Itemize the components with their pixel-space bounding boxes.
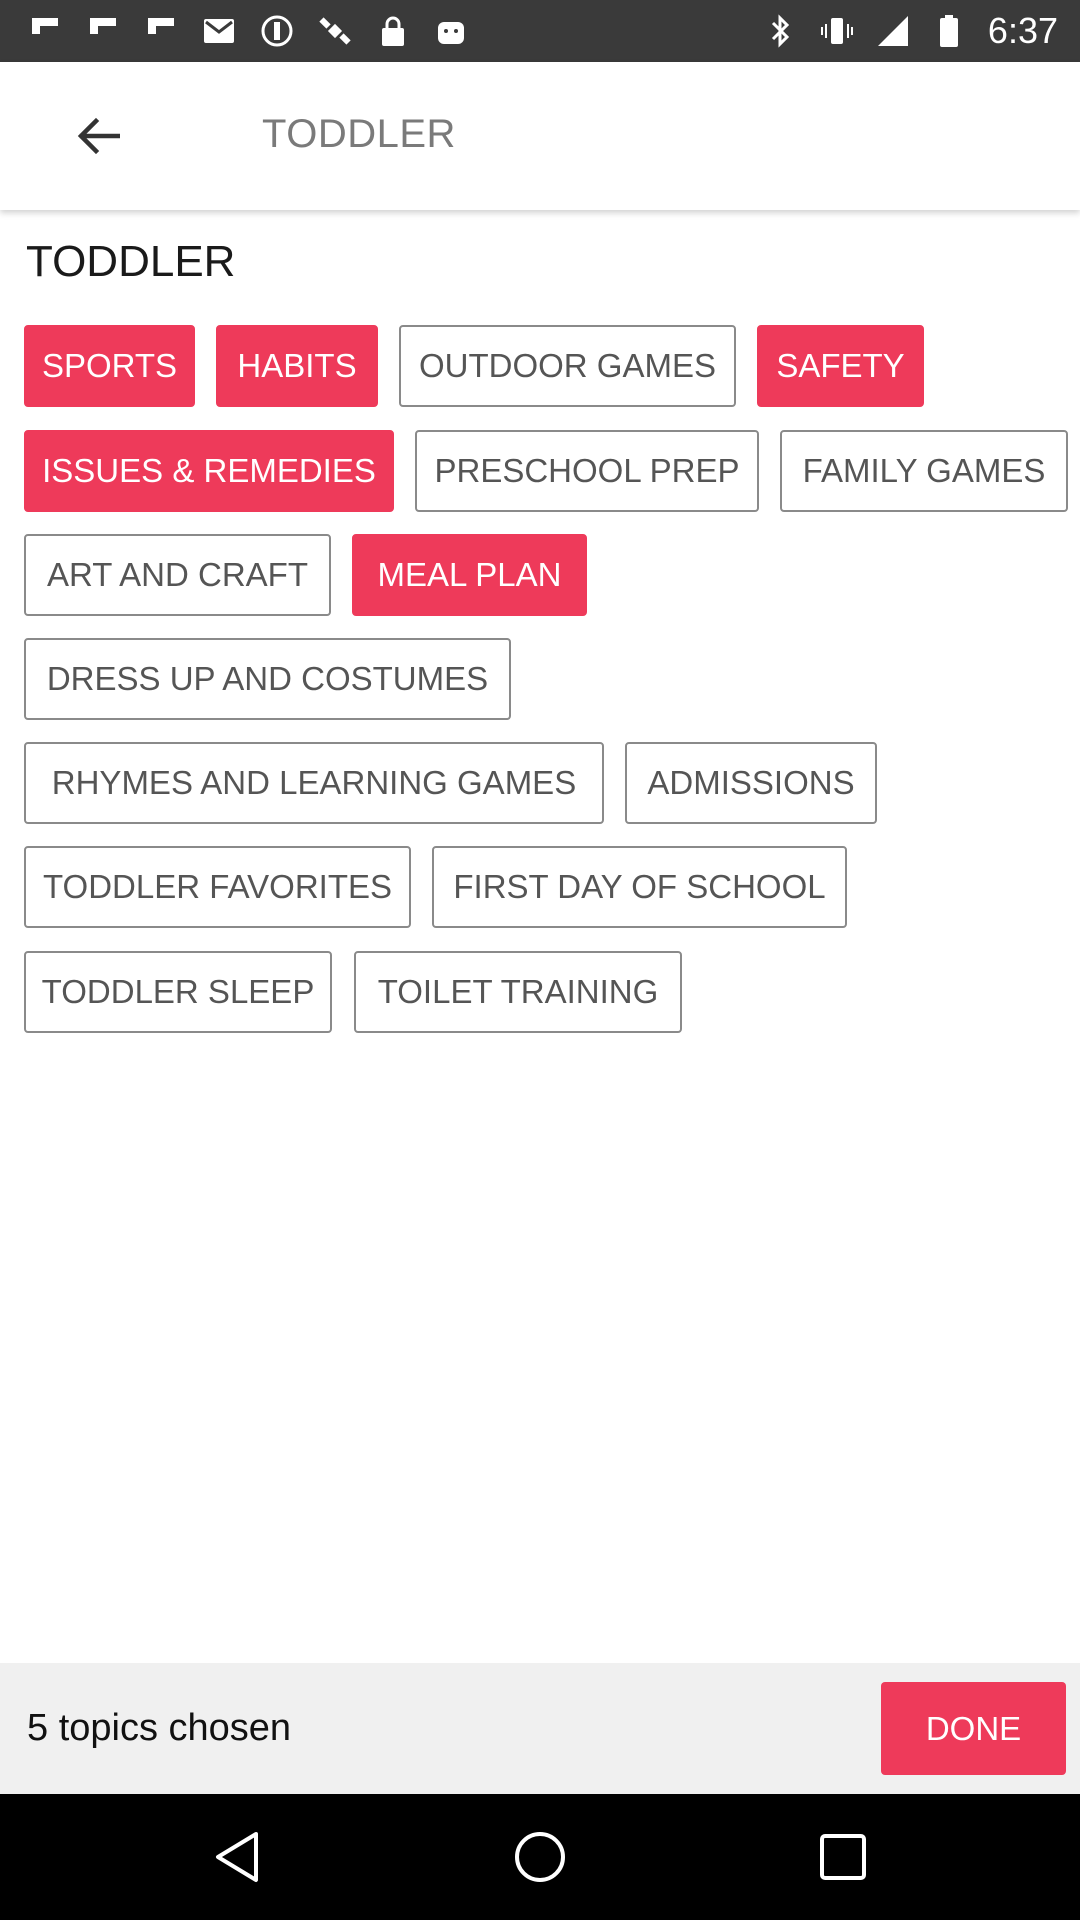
topic-chip[interactable]: ISSUES & REMEDIES — [24, 430, 394, 512]
bluetooth-icon — [764, 14, 798, 48]
topic-chip[interactable]: FAMILY GAMES — [780, 430, 1068, 512]
topic-chip[interactable]: ADMISSIONS — [625, 742, 877, 824]
topic-chip[interactable]: TODDLER SLEEP — [24, 951, 332, 1033]
page-title: TODDLER — [262, 112, 456, 156]
email-icon — [202, 14, 236, 48]
android-icon — [434, 14, 468, 48]
selection-summary-bar: 5 topics chosen DONE — [0, 1663, 1080, 1794]
recents-square-icon — [820, 1834, 866, 1880]
signal-icon — [876, 14, 910, 48]
notification-icons — [28, 14, 468, 48]
nav-home-button[interactable] — [510, 1827, 570, 1887]
vibrate-icon — [820, 14, 854, 48]
no-entry-icon — [260, 14, 294, 48]
back-button[interactable] — [68, 108, 128, 164]
topic-chip[interactable]: TODDLER FAVORITES — [24, 846, 411, 928]
flipboard-icon — [144, 14, 178, 48]
topic-chip[interactable]: SAFETY — [757, 325, 924, 407]
flipboard-icon — [86, 14, 120, 48]
topic-chip[interactable]: HABITS — [216, 325, 378, 407]
satellite-icon — [318, 14, 352, 48]
back-triangle-icon — [216, 1832, 258, 1882]
nav-back-button[interactable] — [207, 1827, 267, 1887]
section-title: TODDLER — [26, 237, 236, 286]
lock-icon — [376, 14, 410, 48]
flipboard-icon — [28, 14, 62, 48]
home-circle-icon — [515, 1832, 565, 1882]
clock: 6:37 — [987, 10, 1058, 51]
topic-chip[interactable]: ART AND CRAFT — [24, 534, 331, 616]
app-toolbar: TODDLER — [0, 62, 1080, 210]
topics-chosen-count: 5 topics chosen — [27, 1707, 292, 1749]
status-bar: 6:37 — [0, 0, 1080, 62]
nav-recents-button[interactable] — [813, 1827, 873, 1887]
system-icons: 6:37 — [764, 10, 1058, 52]
topic-chip[interactable]: TOILET TRAINING — [354, 951, 682, 1033]
topic-chip[interactable]: SPORTS — [24, 325, 195, 407]
topic-chip[interactable]: OUTDOOR GAMES — [399, 325, 736, 407]
topic-chip[interactable]: RHYMES AND LEARNING GAMES — [24, 742, 604, 824]
topic-chip[interactable]: FIRST DAY OF SCHOOL — [432, 846, 847, 928]
topic-chip[interactable]: MEAL PLAN — [352, 534, 587, 616]
done-button[interactable]: DONE — [881, 1682, 1066, 1775]
system-nav-bar — [0, 1794, 1080, 1920]
arrow-left-icon — [77, 117, 120, 155]
battery-icon — [932, 14, 966, 48]
topic-chip[interactable]: PRESCHOOL PREP — [415, 430, 759, 512]
topic-chip[interactable]: DRESS UP AND COSTUMES — [24, 638, 511, 720]
